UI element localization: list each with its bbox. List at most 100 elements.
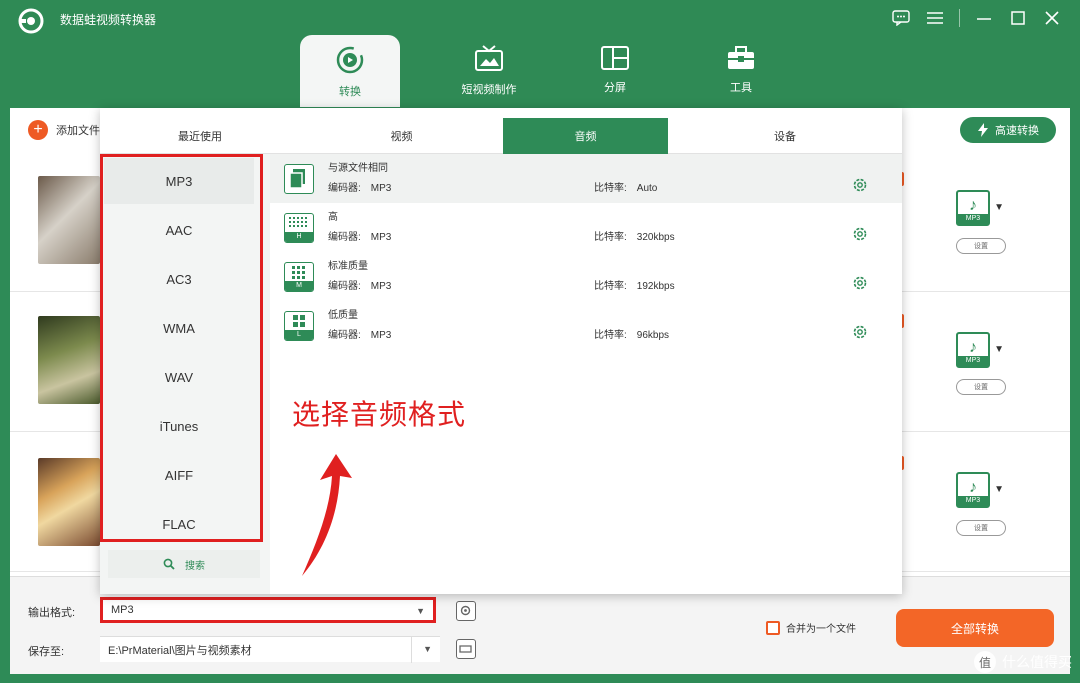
tab-convert[interactable]: 转换 <box>300 35 400 107</box>
quality-name: 与源文件相同 <box>328 163 388 174</box>
window-controls <box>887 6 1066 30</box>
audio-format-list: MP3 AAC AC3 WMA WAV iTunes AIFF FLAC 搜索 <box>100 154 270 594</box>
codec-value: MP3 <box>370 183 392 194</box>
quality-badge: L <box>285 330 313 340</box>
codec-info: 编码器: MP3 <box>328 326 391 341</box>
video-thumbnail <box>38 176 100 264</box>
gear-icon[interactable] <box>852 177 868 193</box>
bitrate-info: 比特率: 320kbps <box>594 228 675 243</box>
chevron-down-icon[interactable]: ▼ <box>994 202 1004 213</box>
bitrate-value: Auto <box>636 183 658 194</box>
tab-recent[interactable]: 最近使用 <box>100 118 300 154</box>
format-tabs: 最近使用 视频 音频 设备 <box>100 118 902 154</box>
folder-icon[interactable] <box>456 639 476 659</box>
tab-short-video[interactable]: 短视频制作 <box>426 35 552 107</box>
gear-icon[interactable] <box>852 324 868 340</box>
arrow-up-icon <box>302 454 352 576</box>
add-file-label: 添加文件 <box>56 125 100 137</box>
maximize-icon[interactable] <box>1004 6 1032 30</box>
tab-label: 短视频制作 <box>461 84 517 96</box>
codec-label: 编码器: <box>328 232 361 243</box>
tab-tools[interactable]: 工具 <box>678 35 804 107</box>
search-icon <box>163 558 175 570</box>
convert-all-button[interactable]: 全部转换 <box>896 609 1054 647</box>
gear-icon[interactable] <box>852 275 868 291</box>
tab-audio[interactable]: 音频 <box>503 118 668 154</box>
standard-quality-icon: M <box>284 262 314 292</box>
format-popup: 最近使用 视频 音频 设备 MP3 AAC AC3 WMA WAV iTunes… <box>100 108 902 594</box>
output-format-icon[interactable]: ♪ MP3 <box>956 332 990 368</box>
output-format-icon[interactable]: ♪ MP3 <box>956 190 990 226</box>
codec-info: 编码器: MP3 <box>328 228 391 243</box>
search-label: 搜索 <box>185 560 205 572</box>
lightning-icon <box>978 123 988 137</box>
watermark-text: 什么值得买 <box>1002 654 1072 670</box>
output-format-select[interactable]: MP3 ▼ <box>100 597 436 623</box>
chevron-down-icon: ▼ <box>416 606 425 616</box>
tab-label: 分屏 <box>604 82 626 94</box>
feedback-icon[interactable] <box>887 6 915 30</box>
output-format-icon[interactable]: ♪ MP3 <box>956 472 990 508</box>
quality-badge: M <box>285 281 313 291</box>
title-bar: 数据蛙视频转换器 转换 短视频制作 分屏 工具 <box>0 0 1080 110</box>
video-thumbnail <box>38 458 100 546</box>
bitrate-label: 比特率: <box>594 232 627 243</box>
settings-button[interactable]: 设置 <box>956 520 1006 536</box>
highlight-box <box>100 154 263 542</box>
bitrate-info: 比特率: 192kbps <box>594 277 675 292</box>
quality-item[interactable]: H 高 编码器: MP3 比特率: 320kbps <box>270 203 902 252</box>
format-tag: MP3 <box>958 356 988 366</box>
merge-checkbox[interactable]: 合并为一个文件 <box>766 620 856 635</box>
chevron-down-icon[interactable]: ▼ <box>994 344 1004 355</box>
tab-device[interactable]: 设备 <box>668 118 902 154</box>
divider <box>959 9 960 27</box>
annotation-text: 选择音频格式 <box>292 398 467 431</box>
output-format-label: 输出格式: <box>28 607 76 619</box>
bitrate-label: 比特率: <box>594 183 627 194</box>
music-note-icon: ♪ <box>969 197 977 214</box>
codec-label: 编码器: <box>328 330 361 341</box>
format-settings-icon[interactable] <box>456 601 476 621</box>
minimize-icon[interactable] <box>970 6 998 30</box>
codec-value: MP3 <box>370 330 392 341</box>
save-path-select[interactable]: E:\PrMaterial\图片与视频素材 ▼ <box>100 636 440 663</box>
bitrate-info: 比特率: Auto <box>594 179 657 194</box>
tab-split-screen[interactable]: 分屏 <box>552 35 678 107</box>
codec-info: 编码器: MP3 <box>328 179 391 194</box>
fast-convert-button[interactable]: 高速转换 <box>960 117 1056 143</box>
bitrate-value: 192kbps <box>636 281 675 292</box>
codec-label: 编码器: <box>328 281 361 292</box>
checkbox-icon[interactable] <box>766 620 780 635</box>
output-format-value: MP3 <box>111 604 134 616</box>
convert-icon <box>336 46 364 74</box>
quality-item[interactable]: L 低质量 编码器: MP3 比特率: 96kbps <box>270 301 902 350</box>
add-file-button[interactable]: + 添加文件 <box>28 120 100 140</box>
bitrate-info: 比特率: 96kbps <box>594 326 669 341</box>
tab-video[interactable]: 视频 <box>300 118 503 154</box>
plus-icon: + <box>28 120 48 140</box>
quality-name: 标准质量 <box>328 261 368 272</box>
quality-name: 低质量 <box>328 310 358 321</box>
codec-value: MP3 <box>370 232 392 243</box>
save-path-value: E:\PrMaterial\图片与视频素材 <box>108 644 252 657</box>
video-thumbnail <box>38 316 100 404</box>
format-tag: MP3 <box>958 496 988 506</box>
menu-icon[interactable] <box>921 6 949 30</box>
music-note-icon: ♪ <box>969 479 977 496</box>
settings-button[interactable]: 设置 <box>956 238 1006 254</box>
split-screen-icon <box>601 46 629 70</box>
divider <box>411 637 412 663</box>
low-quality-icon: L <box>284 311 314 341</box>
bitrate-label: 比特率: <box>594 281 627 292</box>
search-button[interactable]: 搜索 <box>108 550 260 578</box>
codec-label: 编码器: <box>328 183 361 194</box>
watermark-logo: 值 <box>974 651 996 673</box>
quality-item[interactable]: 与源文件相同 编码器: MP3 比特率: Auto <box>270 154 902 203</box>
watermark: 值 什么值得买 <box>974 651 1072 673</box>
chevron-down-icon[interactable]: ▼ <box>994 484 1004 495</box>
gear-icon[interactable] <box>852 226 868 242</box>
close-icon[interactable] <box>1038 6 1066 30</box>
settings-button[interactable]: 设置 <box>956 379 1006 395</box>
quality-item[interactable]: M 标准质量 编码器: MP3 比特率: 192kbps <box>270 252 902 301</box>
toolbox-icon <box>728 46 754 69</box>
